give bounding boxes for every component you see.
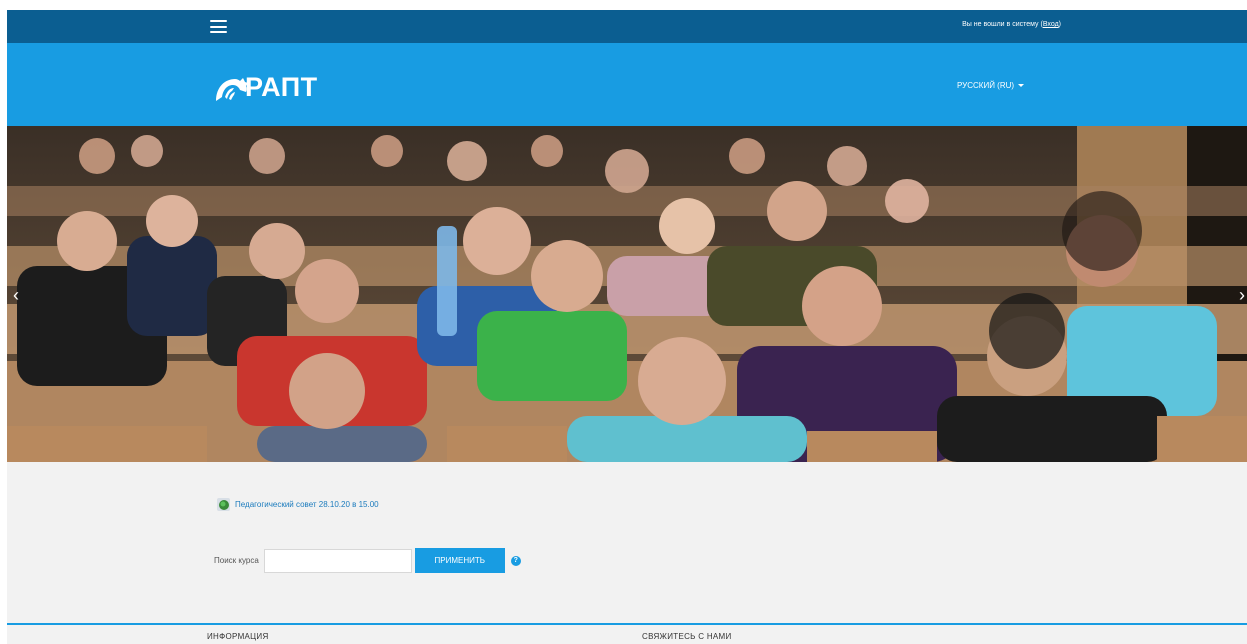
chevron-right-icon: ›	[1239, 285, 1245, 305]
news-item: Педагогический совет 28.10.20 в 15.00	[217, 498, 379, 511]
site-logo[interactable]: РАПТ	[213, 57, 318, 105]
news-link[interactable]: Педагогический совет 28.10.20 в 15.00	[235, 500, 379, 509]
logo-text: РАПТ	[245, 72, 318, 102]
apply-button[interactable]: ПРИМЕНИТЬ	[414, 548, 505, 573]
login-status-text: Вы не вошли в систему	[962, 21, 1039, 28]
top-navbar: Вы не вошли в систему (Вход)	[7, 10, 1247, 43]
hero-image	[7, 126, 1247, 462]
footer-info-heading: ИНФОРМАЦИЯ	[207, 632, 269, 641]
slider-prev-button[interactable]: ‹	[13, 286, 19, 304]
logo-cog-icon	[216, 78, 248, 101]
help-icon[interactable]: ?	[510, 555, 521, 566]
site-header: РАПТ РУССКИЙ (RU)	[7, 43, 1247, 126]
course-search-form: Поиск курса ПРИМЕНИТЬ ?	[214, 548, 521, 573]
slider-next-button[interactable]: ›	[1239, 286, 1245, 304]
site-footer: ИНФОРМАЦИЯ СВЯЖИТЕСЬ С НАМИ	[7, 623, 1247, 644]
language-selector[interactable]: РУССКИЙ (RU)	[957, 81, 1025, 90]
search-label: Поиск курса	[214, 556, 259, 565]
hamburger-menu-icon[interactable]	[210, 20, 227, 33]
page-frame: Вы не вошли в систему (Вход) РАПТ РУССКИ…	[7, 10, 1247, 644]
chevron-left-icon: ‹	[13, 285, 19, 305]
hero-slider: ‹ ›	[7, 126, 1247, 462]
login-link[interactable]: Вход	[1043, 21, 1059, 28]
login-status: Вы не вошли в систему (Вход)	[962, 21, 1061, 28]
footer-contact-heading: СВЯЖИТЕСЬ С НАМИ	[642, 632, 732, 641]
language-label: РУССКИЙ (RU)	[957, 81, 1015, 90]
globe-icon	[217, 498, 230, 511]
course-search-input[interactable]	[263, 548, 412, 573]
caret-down-icon	[1018, 84, 1025, 88]
